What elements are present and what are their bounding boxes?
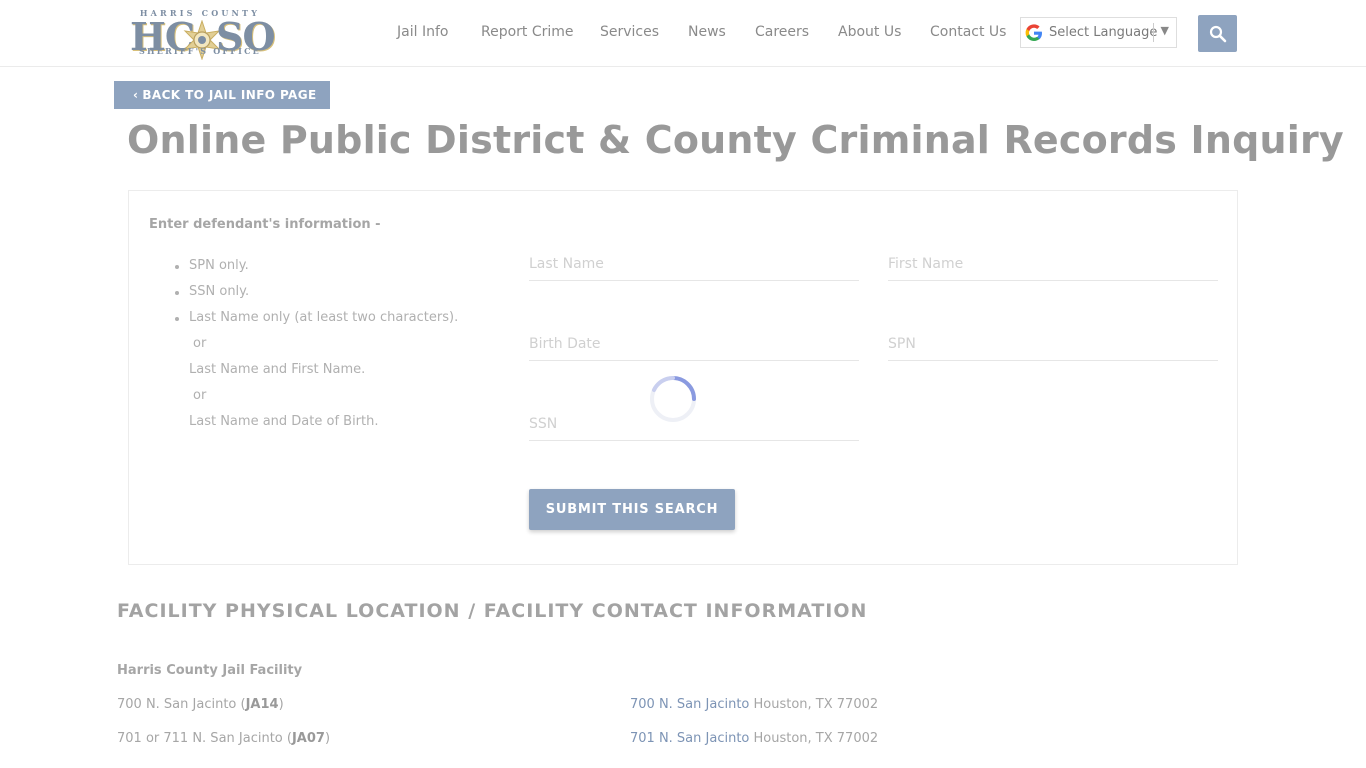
nav-about-us[interactable]: About Us — [838, 24, 901, 40]
nav-jail-info[interactable]: Jail Info — [397, 24, 448, 40]
language-select[interactable]: Select Language ▼ — [1020, 17, 1177, 48]
facility-address-close: ) — [278, 697, 284, 712]
site-header: HARRIS COUNTY HC SO SHERIFF'S OFFICE Jai… — [0, 0, 1366, 67]
search-form-card: Enter defendant's information - SPN only… — [128, 190, 1238, 565]
form-intro: Enter defendant's information - — [149, 217, 381, 232]
facility-city: Houston, TX 77002 — [749, 697, 879, 712]
search-icon — [1209, 25, 1226, 42]
facility-address: 701 or 711 N. San Jacinto (JA07) — [117, 731, 330, 746]
facility-address: 700 N. San Jacinto (JA14) — [117, 697, 284, 712]
back-button-label: BACK TO JAIL INFO PAGE — [142, 88, 317, 102]
nav-careers[interactable]: Careers — [755, 24, 809, 40]
facility-city: Houston, TX 77002 — [749, 731, 879, 746]
facility-map-address: 701 N. San Jacinto Houston, TX 77002 — [630, 731, 878, 746]
first-name-field — [888, 241, 1218, 281]
search-button[interactable] — [1198, 15, 1237, 52]
birth-date-field — [529, 321, 859, 361]
language-divider — [1153, 23, 1154, 42]
back-to-jail-info-button[interactable]: ‹ BACK TO JAIL INFO PAGE — [114, 81, 330, 109]
facility-map-link[interactable]: 700 N. San Jacinto — [630, 697, 749, 712]
nav-services[interactable]: Services — [600, 24, 659, 40]
chevron-left-icon: ‹ — [133, 88, 139, 102]
instruction-item: or — [193, 388, 207, 403]
logo-bottom-text: SHERIFF'S OFFICE — [139, 46, 261, 56]
instruction-item: Last Name only (at least two characters)… — [174, 309, 458, 335]
first-name-input[interactable] — [888, 253, 1218, 275]
instruction-item: Last Name and First Name. — [189, 362, 366, 377]
search-instructions: SPN only. SSN only. Last Name only (at l… — [174, 257, 458, 439]
facility-code: JA14 — [245, 697, 279, 712]
spn-input[interactable] — [888, 333, 1218, 355]
loading-spinner-icon — [650, 375, 696, 422]
last-name-input[interactable] — [529, 253, 859, 275]
submit-search-button[interactable]: SUBMIT THIS SEARCH — [529, 489, 735, 530]
facility-address-text: 700 N. San Jacinto ( — [117, 697, 246, 712]
facility-map-link[interactable]: 701 N. San Jacinto — [630, 731, 749, 746]
spn-field — [888, 321, 1218, 361]
facility-heading: FACILITY PHYSICAL LOCATION / FACILITY CO… — [117, 600, 868, 622]
language-select-label: Select Language — [1049, 25, 1158, 40]
birth-date-input[interactable] — [529, 333, 859, 355]
last-name-field — [529, 241, 859, 281]
instruction-item: SPN only. — [174, 257, 458, 283]
nav-news[interactable]: News — [688, 24, 726, 40]
facility-map-address: 700 N. San Jacinto Houston, TX 77002 — [630, 697, 878, 712]
page-title: Online Public District & County Criminal… — [127, 118, 1344, 162]
dropdown-arrow-icon: ▼ — [1160, 24, 1169, 37]
nav-contact-us[interactable]: Contact Us — [930, 24, 1006, 40]
instruction-item: or — [193, 336, 207, 351]
nav-report-crime[interactable]: Report Crime — [481, 24, 574, 40]
hcso-logo[interactable]: HARRIS COUNTY HC SO SHERIFF'S OFFICE — [128, 8, 276, 60]
facility-address-text: 701 or 711 N. San Jacinto ( — [117, 731, 292, 746]
instruction-item: SSN only. — [174, 283, 458, 309]
facility-name: Harris County Jail Facility — [117, 663, 303, 678]
facility-code: JA07 — [291, 731, 325, 746]
facility-address-close: ) — [324, 731, 331, 746]
google-g-icon — [1025, 23, 1042, 41]
instruction-item: Last Name and Date of Birth. — [189, 414, 379, 429]
